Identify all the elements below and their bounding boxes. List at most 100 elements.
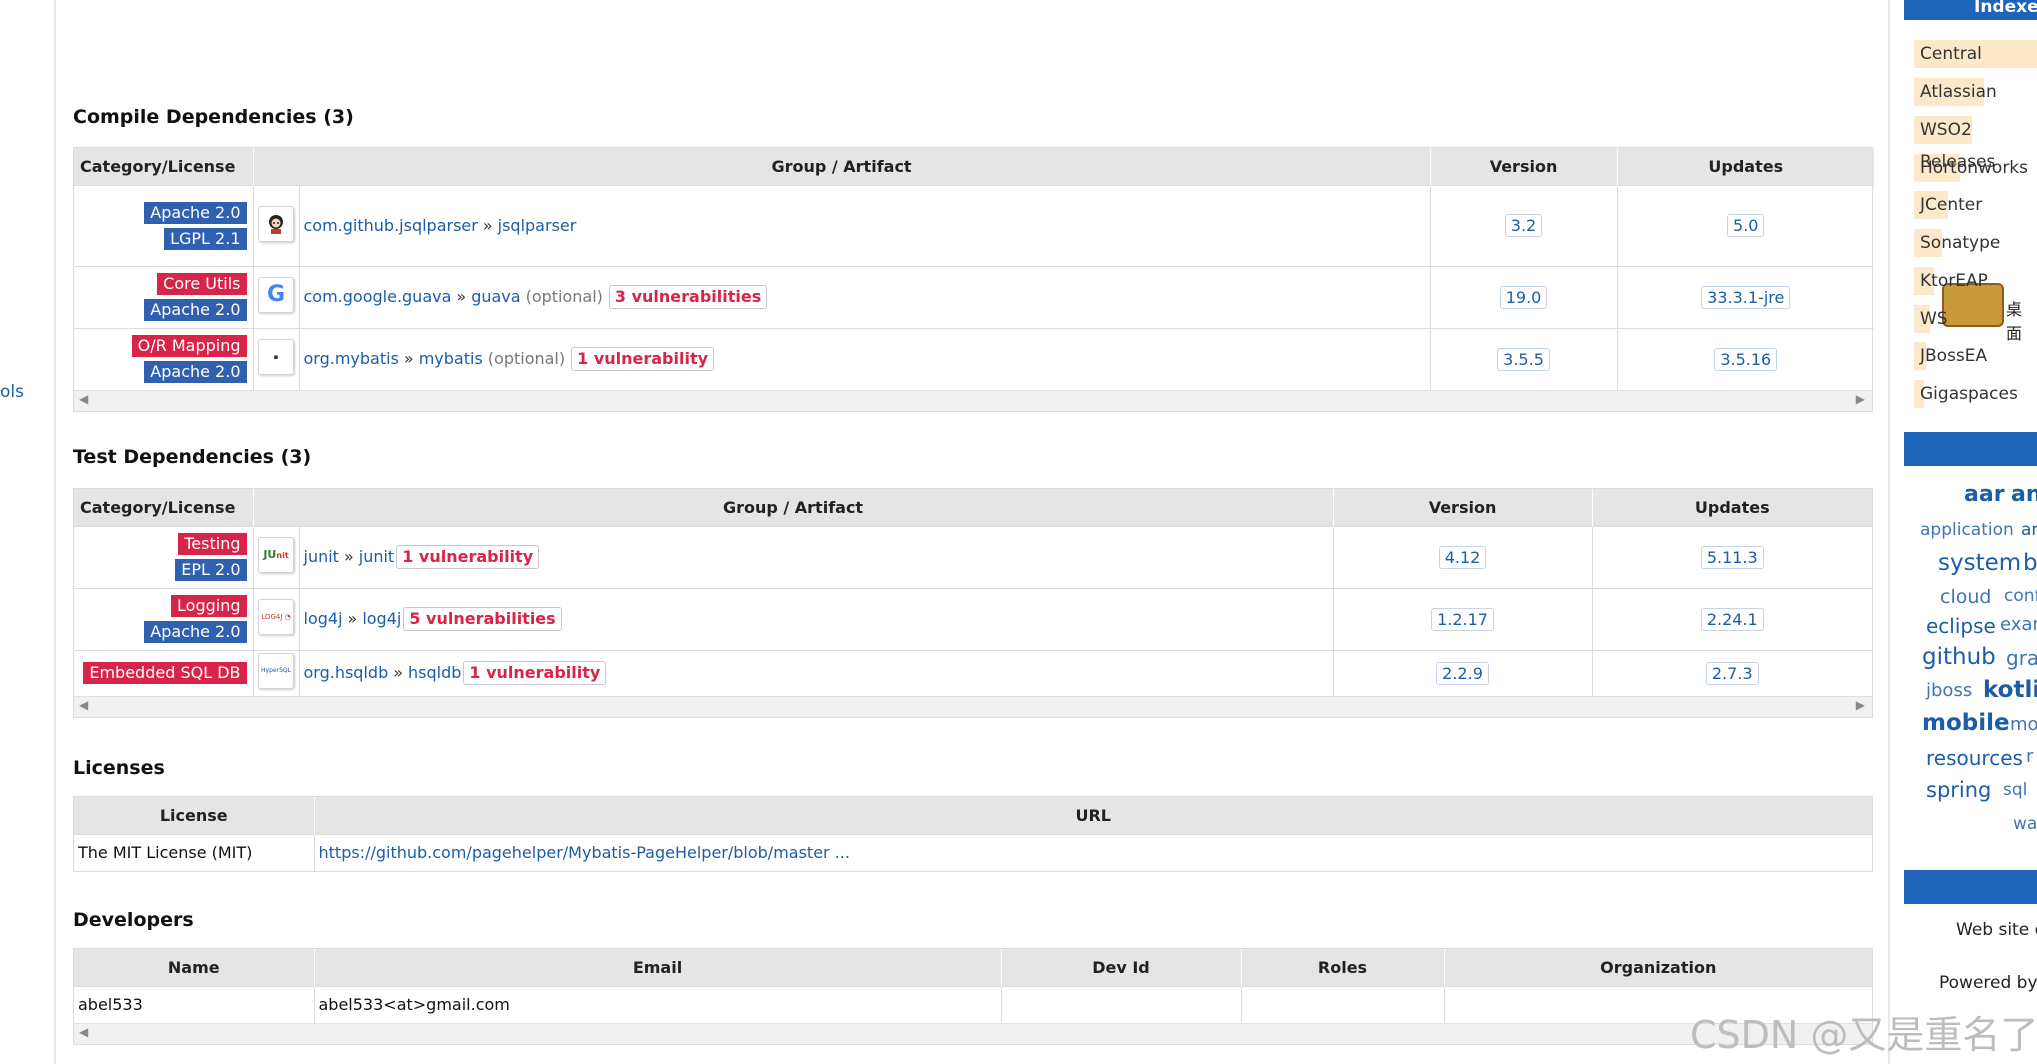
version-link[interactable]: 1.2.17 — [1431, 607, 1494, 631]
tag-link[interactable]: war — [2013, 814, 2037, 834]
scroll-right-arrow-icon[interactable]: ▶ — [1856, 698, 1865, 712]
test-grid: Category/License Group / Artifact Versio… — [74, 489, 1873, 696]
vulnerability-badge[interactable]: 1 vulnerability — [463, 661, 607, 686]
artifact-link[interactable]: jsqlparser — [498, 216, 577, 235]
group-link[interactable]: org.hsqldb — [304, 663, 389, 682]
update-link[interactable]: 5.0 — [1727, 214, 1765, 237]
group-link[interactable]: junit — [304, 547, 339, 566]
tag-link[interactable]: spring — [1926, 778, 1991, 802]
repo-item[interactable]: Atlassian — [1914, 76, 2037, 108]
tag-link[interactable]: mo — [2010, 714, 2037, 735]
license-badge[interactable]: Apache 2.0 — [144, 299, 247, 321]
category-badge[interactable]: Logging — [171, 595, 247, 617]
logo-cell: HyperSQL — [253, 649, 300, 696]
tag-link[interactable]: aar — [1964, 482, 2005, 507]
update-link[interactable]: 33.3.1-jre — [1701, 285, 1791, 309]
developer-email: abel533<at>gmail.com — [314, 985, 1002, 1023]
tag-link[interactable]: ar — [2021, 520, 2037, 540]
license-badge[interactable]: EPL 2.0 — [175, 559, 247, 581]
tag-link[interactable]: confi — [2004, 586, 2037, 606]
licenses-title: Licenses — [73, 757, 165, 779]
powered-by-text: Powered by: — [1939, 973, 2037, 993]
group-link[interactable]: com.github.jsqlparser — [304, 216, 478, 235]
artifact-cell: com.github.jsqlparser» jsqlparser — [299, 184, 1431, 266]
version-link[interactable]: 2.2.9 — [1436, 661, 1489, 685]
tag-link[interactable]: system — [1938, 550, 2021, 576]
license-badge[interactable]: Apache 2.0 — [144, 201, 247, 224]
update-link[interactable]: 3.5.16 — [1714, 347, 1778, 371]
category-badge[interactable]: Testing — [178, 533, 247, 555]
category-badge[interactable]: Core Utils — [157, 273, 247, 295]
update-link[interactable]: 2.7.3 — [1705, 661, 1759, 685]
test-header-row: Category/License Group / Artifact Versio… — [74, 489, 1873, 526]
update-link[interactable]: 5.11.3 — [1700, 545, 1764, 569]
update-link[interactable]: 2.24.1 — [1700, 607, 1764, 631]
repo-label: Hortonworks — [1920, 158, 2029, 178]
repo-item[interactable]: JCenter — [1914, 189, 2037, 221]
tag-link[interactable]: jboss — [1926, 680, 1972, 701]
repo-item[interactable]: JBossEA — [1914, 340, 2037, 372]
scroll-left-arrow-icon[interactable]: ◀ — [79, 392, 88, 406]
artifact-link[interactable]: mybatis — [419, 349, 483, 368]
vulnerability-badge[interactable]: 5 vulnerabilities — [403, 607, 562, 631]
group-link[interactable]: com.google.guava — [304, 287, 452, 306]
version-link[interactable]: 3.2 — [1504, 214, 1543, 237]
repo-item[interactable]: Gigaspaces — [1914, 378, 2037, 410]
scroll-left-arrow-icon[interactable]: ◀ — [79, 1025, 88, 1039]
logo-cell — [253, 184, 300, 266]
category-badge[interactable]: Embedded SQL DB — [83, 662, 247, 685]
header-updates: Updates — [1592, 489, 1873, 526]
tag-link[interactable]: github — [1922, 644, 1996, 670]
version-cell: 1.2.17 — [1333, 587, 1593, 650]
tag-link[interactable]: kotlin — [1983, 677, 2037, 703]
tag-link[interactable]: resources — [1926, 746, 2023, 770]
group-link[interactable]: org.mybatis — [304, 349, 399, 368]
tag-link[interactable]: exam — [2000, 614, 2037, 635]
tag-link[interactable]: r — [2026, 746, 2033, 767]
license-badge[interactable]: LGPL 2.1 — [164, 227, 247, 250]
category-badge[interactable]: O/R Mapping — [131, 335, 247, 358]
tag-link[interactable]: sql — [2003, 780, 2027, 800]
popular-tags-header — [1904, 432, 2037, 466]
version-link[interactable]: 4.12 — [1438, 545, 1487, 569]
vulnerability-badge[interactable]: 3 vulnerabilities — [608, 285, 768, 309]
artifact-link[interactable]: guava — [471, 287, 520, 306]
scroll-left-arrow-icon[interactable]: ◀ — [79, 698, 88, 712]
horizontal-scrollbar[interactable]: ◀ — [74, 1023, 1872, 1044]
optional-label: (optional) — [525, 287, 603, 306]
horizontal-scrollbar[interactable]: ◀ ▶ — [74, 390, 1872, 411]
license-badge[interactable]: Apache 2.0 — [144, 361, 247, 384]
update-cell: 5.11.3 — [1592, 525, 1873, 588]
tag-link[interactable]: an — [2011, 482, 2037, 507]
desktop-sticker-label: 桌面 — [2006, 300, 2023, 343]
tag-link[interactable]: b — [2023, 550, 2037, 576]
tag-link[interactable]: eclipse — [1926, 614, 1996, 638]
hsqldb-icon: HyperSQL — [258, 653, 294, 690]
left-nav-link[interactable]: ols — [0, 382, 24, 402]
tag-link[interactable]: application — [1920, 520, 2014, 540]
horizontal-scrollbar[interactable]: ◀ ▶ — [74, 696, 1872, 717]
vulnerability-badge[interactable]: 1 vulnerability — [571, 347, 715, 372]
repo-item[interactable]: Central — [1914, 38, 2037, 70]
licenses-header-row: License URL — [74, 797, 1872, 834]
logo-cell: G — [253, 265, 300, 328]
vulnerability-badge[interactable]: 1 vulnerability — [396, 545, 540, 569]
developers-title: Developers — [73, 909, 194, 931]
version-link[interactable]: 19.0 — [1499, 285, 1548, 309]
group-link[interactable]: log4j — [304, 609, 343, 628]
repo-item[interactable]: WSO2 Releases — [1914, 114, 2037, 172]
artifact-link[interactable]: log4j — [362, 609, 401, 628]
scroll-right-arrow-icon[interactable]: ▶ — [1856, 392, 1865, 406]
tag-link[interactable]: mobile — [1922, 710, 2010, 736]
tag-link[interactable]: cloud — [1940, 586, 1991, 608]
artifact-link[interactable]: hsqldb — [408, 663, 461, 682]
repo-item[interactable]: Sonatype — [1914, 227, 2037, 259]
license-url-link[interactable]: https://github.com/pagehelper/Mybatis-Pa… — [319, 843, 850, 862]
artifact-link[interactable]: junit — [359, 547, 394, 566]
license-badge[interactable]: Apache 2.0 — [144, 621, 247, 643]
tag-link[interactable]: grad — [2006, 646, 2037, 670]
footer-header — [1904, 870, 2037, 904]
header-version: Version — [1333, 489, 1593, 526]
version-link[interactable]: 3.5.5 — [1497, 347, 1550, 371]
logo-cell: LOG4J ◔ — [253, 587, 300, 650]
